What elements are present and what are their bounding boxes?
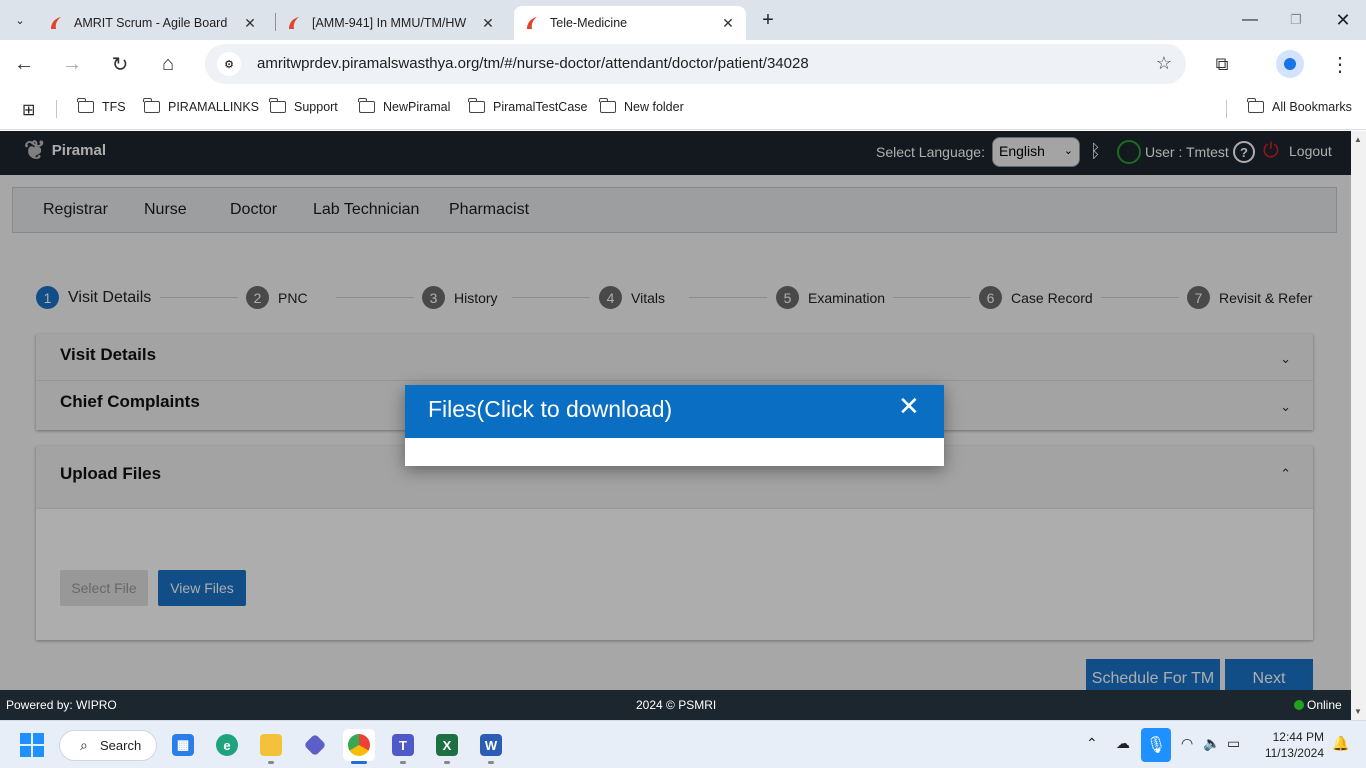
piramal-favicon-icon [524,15,540,31]
page-scrollbar[interactable]: ▲ ▼ [1351,131,1366,720]
folder-icon [599,98,616,113]
word-app-icon[interactable]: W [475,729,507,761]
online-dot-icon [1294,700,1304,710]
forward-arrow-icon[interactable]: → [58,50,86,78]
system-clock[interactable]: 12:44 PM 11/13/2024 [1258,729,1324,761]
files-dialog-header: Files(Click to download) ✕ [405,385,944,438]
address-bar[interactable]: ⚙ amritwprdev.piramalswasthya.org/tm/#/n… [205,44,1186,84]
app-footer: Powered by: WIPRO 2024 © PSMRI Online [0,690,1366,720]
tab-search-chevron-icon[interactable]: ⌄ [8,8,32,32]
folder-icon [269,98,286,113]
bookmark-label: NewPiramal [383,100,451,114]
bookmark-label: TFS [102,100,126,114]
kebab-menu-icon[interactable]: ⋮ [1328,52,1352,76]
copyright-text: 2024 © PSMRI [636,698,717,712]
reload-icon[interactable]: ↻ [106,50,134,78]
file-explorer-icon[interactable] [255,729,287,761]
onedrive-cloud-icon[interactable]: ☁ [1116,735,1130,752]
extensions-puzzle-icon[interactable]: ⧉ [1210,52,1234,76]
tab-close-icon[interactable]: ✕ [720,15,736,31]
wifi-icon[interactable]: ◠ [1181,735,1193,752]
browser-tab[interactable]: AMRIT Scrum - Agile Board ✕ [38,6,268,40]
site-settings-icon[interactable]: ⚙ [217,52,241,76]
scroll-up-icon[interactable]: ▲ [1354,135,1362,144]
bookmark-folder-new-folder[interactable]: New folder [599,98,684,114]
files-dialog-title: Files(Click to download) [428,396,673,422]
battery-icon[interactable]: ▭ [1227,735,1240,752]
volume-icon[interactable]: 🔈 [1203,735,1220,752]
clock-date: 11/13/2024 [1264,746,1324,760]
bookmark-label: All Bookmarks [1272,100,1352,114]
profile-avatar-icon[interactable] [1276,50,1304,78]
bookmark-separator [1226,100,1227,118]
restore-icon[interactable]: ❐ [1284,8,1308,32]
search-label: Search [100,738,142,753]
back-arrow-icon[interactable]: ← [10,50,38,78]
browser-toolbar: ← → ↻ ⌂ ⚙ amritwprdev.piramalswasthya.or… [0,40,1366,88]
bookmark-folder-piramaltestcase[interactable]: PiramalTestCase [468,98,588,114]
browser-tab-active[interactable]: Tele-Medicine ✕ [514,6,746,40]
folder-icon [358,98,375,113]
clock-time: 12:44 PM [1272,730,1324,744]
active-indicator [351,761,367,764]
new-tab-plus-icon[interactable]: + [756,8,780,32]
online-label: Online [1307,698,1342,712]
tab-title: AMRIT Scrum - Agile Board [74,16,228,30]
close-icon[interactable]: ✕ [898,393,920,419]
folder-icon [468,98,485,113]
bookmarks-bar: ⊞ TFS PIRAMALLINKS Support NewPiramal Pi… [0,88,1366,130]
copilot-app-icon[interactable] [299,729,331,761]
chrome-app-icon[interactable] [343,729,375,761]
bookmark-label: PIRAMALLINKS [168,100,260,114]
piramal-favicon-icon [48,15,64,31]
browser-tab[interactable]: [AMM-941] In MMU/TM/HW ✕ [276,6,506,40]
excel-app-icon[interactable]: X [431,729,463,761]
bookmark-folder-tfs[interactable]: TFS [77,98,126,114]
minimize-icon[interactable]: — [1238,8,1262,32]
search-icon: ⌕ [80,737,88,753]
bookmark-folder-piramallinks[interactable]: PIRAMALLINKS [143,98,260,114]
bookmark-folder-support[interactable]: Support [269,98,338,114]
taskbar-search[interactable]: ⌕ Search [59,730,157,761]
url-text[interactable]: amritwprdev.piramalswasthya.org/tm/#/nur… [257,55,809,72]
store-app-icon[interactable]: ▦ [167,729,199,761]
bookmark-label: PiramalTestCase [493,100,588,114]
teams-app-icon[interactable]: T [387,729,419,761]
scroll-down-icon[interactable]: ▼ [1354,707,1362,716]
tab-title: Tele-Medicine [550,16,628,30]
online-status: Online [1294,698,1342,712]
apps-grid-icon[interactable]: ⊞ [22,100,35,120]
windows-start-icon[interactable] [20,733,44,757]
bookmark-star-icon[interactable]: ☆ [1156,53,1172,74]
piramal-favicon-icon [286,15,302,31]
bookmark-label: New folder [624,100,684,114]
window-close-icon[interactable]: ✕ [1331,8,1355,32]
running-indicator [400,761,406,764]
tab-close-icon[interactable]: ✕ [242,15,258,31]
all-bookmarks[interactable]: All Bookmarks [1247,98,1352,114]
bookmark-separator [56,100,57,118]
bookmark-folder-newpiramal[interactable]: NewPiramal [358,98,451,114]
powered-by-text: Powered by: WIPRO [6,698,117,712]
tray-overflow-chevron-icon[interactable]: ⌃ [1086,735,1098,752]
running-indicator [488,761,494,764]
tab-close-icon[interactable]: ✕ [480,15,496,31]
notifications-bell-icon[interactable]: 🔔 [1332,735,1349,752]
tab-title: [AMM-941] In MMU/TM/HW [312,16,467,30]
edge-app-icon[interactable]: e [211,729,243,761]
folder-icon [1247,98,1264,113]
running-indicator [268,761,274,764]
bookmark-label: Support [294,100,338,114]
windows-taskbar: ⌕ Search ▦ e T X W ⌃ ☁ 🎙 ◠ 🔈 ▭ 12:44 PM … [0,720,1366,768]
browser-tab-strip: ⌄ AMRIT Scrum - Agile Board ✕ [AMM-941] … [0,0,1366,40]
running-indicator [444,761,450,764]
home-icon[interactable]: ⌂ [154,50,182,78]
folder-icon [77,98,94,113]
files-dialog: Files(Click to download) ✕ [405,385,944,466]
folder-icon [143,98,160,113]
microphone-icon[interactable]: 🎙 [1141,728,1171,762]
